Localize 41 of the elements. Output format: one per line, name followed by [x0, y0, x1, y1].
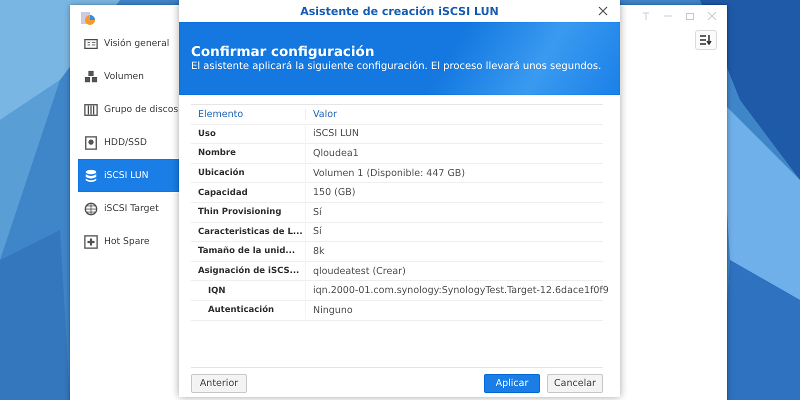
table-cell: Asignación de iSCS... [191, 262, 306, 280]
column-header[interactable]: Valor [306, 108, 344, 120]
step-description: El asistente aplicará la siguiente configuración. El proceso llevará unos segundos. [191, 61, 602, 72]
table-cell-text: Ninguno [312, 304, 354, 316]
table-cell: Uso [191, 124, 306, 143]
dialog-button[interactable]: Anterior [191, 374, 247, 393]
cubes-icon [84, 70, 98, 84]
id-card-icon [84, 36, 98, 50]
sort-button[interactable] [695, 30, 717, 50]
table-cell: Ubicación [191, 164, 306, 182]
table-cell: Capacidad [191, 184, 306, 202]
table-cell-text: iqn.2000-01.com.synology:SynologyTest.Target-12.6dace1f0f9 [312, 285, 610, 296]
table-cell: Caracteristicas de L... [191, 222, 306, 241]
table-cell-text: Sí [312, 226, 323, 238]
table-cell-text: 150 (GB) [312, 187, 356, 198]
table-cell: Nombre [191, 144, 306, 162]
globe-icon [84, 202, 98, 216]
apply-button[interactable]: Aplicar [484, 374, 540, 393]
table-cell: Tamaño de la unid... [191, 242, 306, 260]
table-cell: Autenticación [191, 301, 306, 320]
table-cell-text: qloudeatest (Crear) [312, 266, 407, 277]
app-logo-icon [80, 10, 96, 26]
disk-bays-icon [84, 102, 98, 116]
pin-icon[interactable] [641, 11, 651, 21]
sort-icon [699, 34, 713, 46]
dialog-button[interactable]: Cancelar [547, 374, 603, 393]
close-icon[interactable] [598, 6, 608, 16]
maximize-icon[interactable] [685, 11, 695, 21]
hard-drive-icon [84, 136, 98, 150]
table-cell-text: iSCSI LUN [312, 128, 360, 140]
table-cell: Thin Provisioning [191, 203, 306, 222]
step-heading: Confirmar configuración [191, 44, 376, 60]
dialog-title: Asistente de creación iSCSI LUN [300, 4, 499, 18]
table-cell-text: 8k [312, 246, 326, 257]
table-cell-text: Sí [312, 206, 323, 218]
table-cell-text: Qloudea1 [312, 148, 360, 159]
table-cell: IQN [191, 282, 306, 300]
plus-box-icon [84, 234, 98, 248]
table-cell-text: Volumen 1 (Disponible: 447 GB) [312, 168, 466, 179]
column-header[interactable]: Elemento [191, 108, 306, 120]
database-icon [84, 168, 98, 182]
